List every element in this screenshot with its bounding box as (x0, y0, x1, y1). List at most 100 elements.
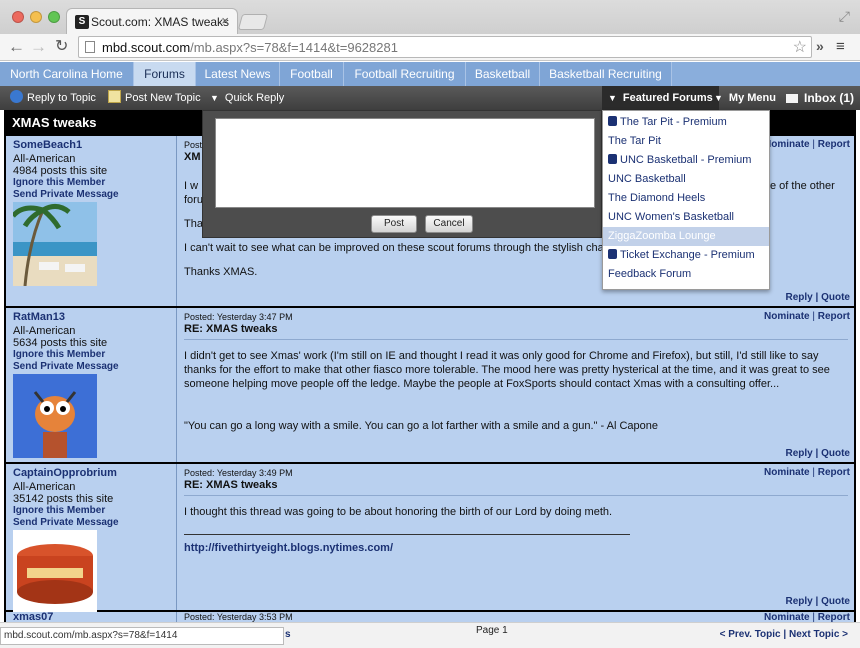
menu-item-unc-womens-basketball[interactable]: UNC Women's Basketball (603, 208, 769, 227)
thread-title: XMAS tweaks (12, 115, 97, 130)
avatar (13, 374, 97, 458)
my-menu-button[interactable]: ▼ My Menu (714, 86, 776, 110)
reply-link[interactable]: Reply (786, 292, 813, 303)
menu-item-unc-basketball-premium[interactable]: UNC Basketball - Premium (603, 151, 769, 170)
nav-tab-basketball[interactable]: Basketball (466, 62, 540, 86)
cancel-button[interactable]: Cancel (425, 215, 473, 233)
post-body-panel: Posted: Yesterday 3:53 PM Nominate | Rep… (178, 612, 854, 623)
ignore-member-link[interactable]: Ignore this Member (13, 505, 105, 516)
nav-tab-forums[interactable]: Forums (134, 62, 196, 86)
premium-icon (608, 116, 617, 126)
minimize-window-button[interactable] (30, 11, 42, 23)
fullscreen-icon[interactable]: ⤢ (839, 8, 850, 25)
menu-item-label: ZiggaZoomba Lounge (608, 230, 716, 242)
user-post-count: 35142 posts this site (13, 493, 114, 505)
tab-title: Scout.com: XMAS tweaks (91, 15, 230, 29)
post-new-topic-button[interactable]: Post New Topic (108, 86, 201, 110)
reply-to-topic-button[interactable]: Reply to Topic (10, 86, 96, 110)
send-private-message-link[interactable]: Send Private Message (13, 517, 119, 528)
quote-link[interactable]: Quote (821, 292, 850, 303)
forward-arrow-icon[interactable]: → (30, 37, 47, 57)
ignore-member-link[interactable]: Ignore this Member (13, 177, 105, 188)
back-arrow-icon[interactable]: ← (8, 37, 25, 57)
nominate-report-links: Nominate | Report (764, 139, 850, 150)
post: RatMan13 All-American 5634 posts this si… (6, 308, 854, 462)
post-author-panel: SomeBeach1 All-American 4984 posts this … (6, 136, 177, 306)
nav-tab-football[interactable]: Football (280, 62, 344, 86)
separator: | (815, 596, 819, 607)
post-divider (184, 495, 848, 496)
reply-link[interactable]: Reply (786, 596, 813, 607)
menu-item-label: Ticket Exchange - Premium (620, 249, 755, 261)
nav-tab-football-recruiting[interactable]: Football Recruiting (344, 62, 466, 86)
report-link[interactable]: Report (818, 139, 850, 150)
username-link[interactable]: CaptainOpprobrium (13, 467, 117, 479)
post-button[interactable]: Post (371, 215, 417, 233)
menu-item-tar-pit[interactable]: The Tar Pit (603, 132, 769, 151)
post-author-panel: xmas07 (6, 611, 177, 623)
report-link[interactable]: Report (818, 311, 850, 322)
next-topic-link[interactable]: Next Topic > (789, 629, 848, 640)
post-timestamp: Posted: Yesterday 3:53 PM (184, 612, 293, 622)
browser-tab[interactable]: S Scout.com: XMAS tweaks × (66, 8, 238, 35)
hamburger-menu-icon[interactable]: ≡ (836, 38, 845, 55)
username-link[interactable]: SomeBeach1 (13, 139, 82, 151)
inbox-button[interactable]: Inbox (1) (786, 86, 854, 110)
prev-topic-link[interactable]: < Prev. Topic (720, 629, 781, 640)
ignore-member-link[interactable]: Ignore this Member (13, 349, 105, 360)
nav-tab-home[interactable]: North Carolina Home (0, 62, 134, 86)
reply-quote-links: Reply | Quote (786, 448, 851, 459)
quick-reply-button[interactable]: ▼ Quick Reply (210, 86, 284, 110)
quote-link[interactable]: Quote (821, 596, 850, 607)
user-rank: All-American (13, 153, 76, 165)
send-private-message-link[interactable]: Send Private Message (13, 361, 119, 372)
new-tab-button[interactable] (237, 14, 269, 30)
extensions-chevron-icon[interactable]: » (816, 38, 824, 54)
featured-forums-button[interactable]: ▼ Featured Forums (602, 86, 719, 110)
signature-link[interactable]: http://fivethirtyeight.blogs.nytimes.com… (184, 541, 844, 555)
reply-link[interactable]: Reply (786, 448, 813, 459)
menu-item-feedback-forum[interactable]: Feedback Forum (603, 265, 769, 284)
post-text-line: I thought this thread was going to be ab… (184, 506, 613, 518)
reply-quote-links: Reply | Quote (786, 596, 851, 607)
quick-reply-panel: Post Cancel (202, 110, 602, 238)
bookmark-star-icon[interactable]: ☆ (793, 37, 807, 57)
menu-item-unc-basketball[interactable]: UNC Basketball (603, 170, 769, 189)
menu-item-diamond-heels[interactable]: The Diamond Heels (603, 189, 769, 208)
post-subject: RE: XMAS tweaks (184, 323, 278, 335)
menu-item-tar-pit-premium[interactable]: The Tar Pit - Premium (603, 113, 769, 132)
nominate-link[interactable]: Nominate (764, 467, 810, 478)
caret-down-icon: ▼ (608, 93, 617, 103)
quote-link[interactable]: Quote (821, 448, 850, 459)
report-link[interactable]: Report (818, 467, 850, 478)
nav-tab-basketball-recruiting[interactable]: Basketball Recruiting (540, 62, 672, 86)
menu-item-label: The Tar Pit - Premium (620, 116, 727, 128)
menu-item-label: UNC Basketball - Premium (620, 154, 752, 166)
my-menu-label: My Menu (728, 92, 776, 104)
send-private-message-link[interactable]: Send Private Message (13, 189, 119, 200)
caret-down-icon: ▼ (210, 93, 219, 103)
nominate-link[interactable]: Nominate (764, 311, 810, 322)
reply-icon (10, 90, 23, 103)
post-author-panel: RatMan13 All-American 5634 posts this si… (6, 308, 177, 462)
username-link[interactable]: RatMan13 (13, 311, 65, 323)
menu-item-label: Feedback Forum (608, 268, 692, 280)
nav-tab-latest-news[interactable]: Latest News (196, 62, 280, 86)
zoom-window-button[interactable] (48, 11, 60, 23)
close-tab-icon[interactable]: × (221, 13, 229, 28)
reload-icon[interactable]: ↻ (55, 37, 68, 57)
menu-item-ziggazoomba-lounge[interactable]: ZiggaZoomba Lounge (603, 227, 769, 246)
premium-icon (608, 154, 617, 164)
post-subject: XM (184, 151, 201, 163)
separator: | (815, 292, 819, 303)
close-window-button[interactable] (12, 11, 24, 23)
footer-partial-link[interactable]: s (285, 629, 291, 640)
address-bar[interactable]: mbd.scout.com/mb.aspx?s=78&f=1414&t=9628… (78, 36, 812, 58)
menu-item-ticket-exchange-premium[interactable]: Ticket Exchange - Premium (603, 246, 769, 265)
user-post-count: 5634 posts this site (13, 337, 108, 349)
signature-rule (184, 534, 630, 535)
nominate-link[interactable]: Nominate (764, 139, 810, 150)
quick-reply-textarea[interactable] (215, 118, 595, 208)
post-author-panel: CaptainOpprobrium All-American 35142 pos… (6, 464, 177, 614)
post-timestamp: Posted: Yesterday 3:47 PM (184, 312, 293, 322)
